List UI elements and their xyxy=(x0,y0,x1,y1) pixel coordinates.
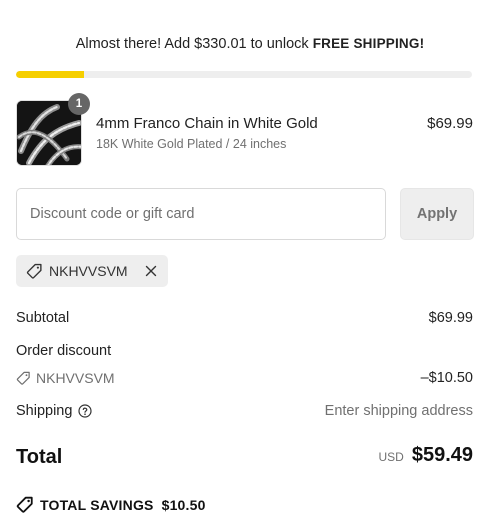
order-discount-code: NKHVVSVM xyxy=(36,370,115,386)
quantity-badge: 1 xyxy=(68,93,90,115)
applied-discount-code: NKHVVSVM xyxy=(49,263,128,279)
order-discount-label: Order discount xyxy=(16,343,112,359)
tag-icon xyxy=(26,263,43,280)
total-savings-label: TOTAL SAVINGS xyxy=(40,497,154,513)
tag-icon xyxy=(16,371,31,386)
help-icon[interactable] xyxy=(78,404,93,418)
apply-discount-button[interactable]: Apply xyxy=(400,188,474,240)
product-title: 4mm Franco Chain in White Gold xyxy=(96,115,318,132)
shipping-label: Shipping xyxy=(16,403,73,419)
applied-discount-chip: NKHVVSVM xyxy=(16,255,168,287)
total-amount: USD $59.49 xyxy=(378,444,473,467)
total-savings: TOTAL SAVINGS $10.50 xyxy=(16,496,206,514)
remove-discount-icon[interactable] xyxy=(143,263,159,279)
total-label: Total xyxy=(16,446,63,468)
free-shipping-highlight: FREE SHIPPING! xyxy=(312,36,425,51)
total-value: $59.49 xyxy=(411,444,473,466)
subtotal-value: $69.99 xyxy=(428,310,473,326)
subtotal-label: Subtotal xyxy=(16,310,70,326)
order-discount-value: –$10.50 xyxy=(420,370,473,386)
savings-tag-icon xyxy=(16,496,34,514)
shipping-value: Enter shipping address xyxy=(324,403,473,419)
order-discount-code-row: NKHVVSVM xyxy=(16,370,115,386)
free-shipping-progress-fill xyxy=(16,71,85,78)
shipping-label-row: Shipping xyxy=(16,403,93,419)
cart-line-item: 1 4mm Franco Chain in White Gold 18K Whi… xyxy=(16,93,474,166)
total-savings-value: $10.50 xyxy=(161,497,206,513)
free-shipping-text: Almost there! Add $330.01 to unlock xyxy=(75,36,309,52)
product-variant: 18K White Gold Plated / 24 inches xyxy=(96,137,287,151)
free-shipping-message: Almost there! Add $330.01 to unlock FREE… xyxy=(0,36,500,52)
free-shipping-progress-bar xyxy=(16,71,472,78)
product-price: $69.99 xyxy=(427,115,473,132)
discount-code-input[interactable] xyxy=(16,188,386,240)
currency-code: USD xyxy=(378,450,404,464)
